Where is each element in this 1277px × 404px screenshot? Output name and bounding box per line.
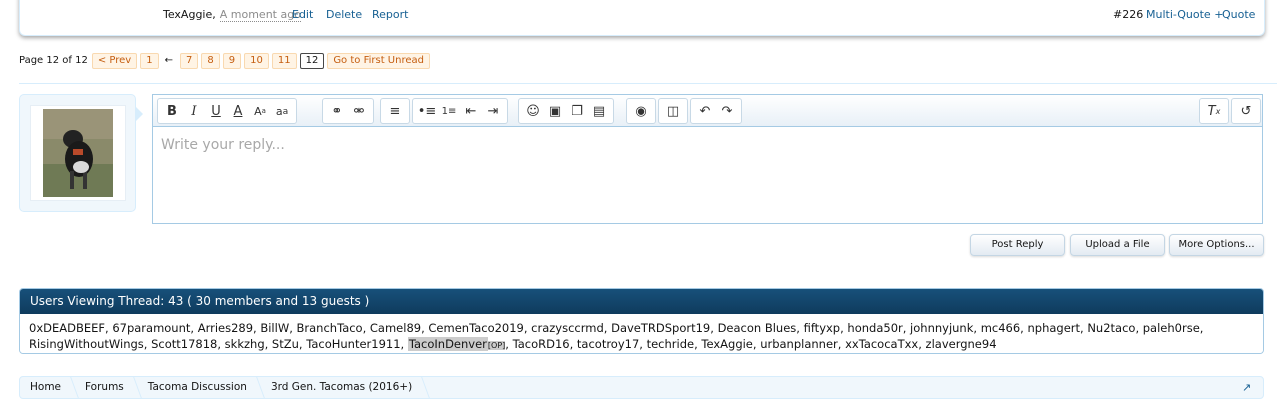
post-footer-bar: TexAggie, A moment ago Edit Delete Report…	[19, 0, 1265, 36]
post-author-line: TexAggie, A moment ago	[163, 8, 301, 22]
page-10-button[interactable]: 10	[244, 52, 269, 69]
toolbar-group-link: ⚭ ⚮	[322, 98, 374, 124]
dog-photo-icon	[43, 109, 113, 197]
toolbar-group-media: ☺ ▣ ❐ ▤	[518, 98, 614, 124]
page-11-button[interactable]: 11	[271, 52, 297, 69]
quote-icon[interactable]: ▤	[588, 101, 610, 121]
remove-format-icon[interactable]: Tx	[1203, 101, 1225, 121]
users-viewing-title: Users Viewing Thread: 43 ( 30 members an…	[20, 289, 1263, 314]
page-navigation: Page 12 of 12 < Prev 1 ← 7 8 9 10 11 12 …	[19, 52, 433, 69]
toolbar-group-bbcode: ↺	[1231, 98, 1261, 124]
users-line-2-start[interactable]: RisingWithoutWings, Scott17818, skkzhg, …	[29, 337, 408, 351]
toolbar-group-align: ≡	[380, 98, 410, 124]
users-line-1[interactable]: 0xDEADBEEF, 67paramount, Arries289, Bill…	[29, 320, 1254, 336]
upload-file-button[interactable]: Upload a File	[1070, 234, 1165, 256]
media-icon[interactable]: ❐	[566, 101, 588, 121]
page-12-current: 12	[299, 52, 325, 69]
align-icon[interactable]: ≡	[384, 101, 406, 121]
italic-icon[interactable]: I	[183, 101, 205, 121]
toolbar-group-text: B I U A Aa aa	[157, 98, 297, 124]
toolbar-group-format: Tx	[1199, 98, 1229, 124]
section-divider	[19, 83, 1277, 84]
breadcrumb: Home Forums Tacoma Discussion 3rd Gen. T…	[19, 376, 1264, 399]
op-badge: [OP]	[487, 341, 506, 350]
page-1-button[interactable]: 1	[140, 52, 159, 69]
users-viewing-box: Users Viewing Thread: 43 ( 30 members an…	[19, 288, 1264, 354]
avatar[interactable]	[30, 105, 126, 201]
reply-text-area[interactable]: Write your reply...	[153, 127, 1262, 223]
font-family-icon[interactable]: aa	[271, 101, 293, 121]
indent-icon[interactable]: ⇥	[482, 101, 504, 121]
delete-link[interactable]: Delete	[326, 8, 362, 21]
number-list-icon[interactable]: 1≡	[438, 101, 460, 121]
page-7-button[interactable]: 7	[179, 52, 199, 69]
font-size-icon[interactable]: Aa	[249, 101, 271, 121]
edit-link[interactable]: Edit	[292, 8, 313, 21]
highlighted-user[interactable]: TacoInDenver	[407, 337, 488, 351]
image-icon[interactable]: ▣	[544, 101, 566, 121]
link-icon[interactable]: ⚭	[326, 101, 348, 121]
breadcrumb-tacoma-discussion[interactable]: Tacoma Discussion	[138, 377, 261, 398]
toolbar-group-list: •≡ 1≡ ⇤ ⇥	[412, 98, 508, 124]
reply-editor: B I U A Aa aa ⚭ ⚮ ≡ •≡ 1≡ ⇤ ⇥ ☺ ▣ ❐ ▤ ◉	[152, 94, 1263, 224]
page-skip-arrow[interactable]: ←	[165, 55, 173, 66]
more-options-button[interactable]: More Options...	[1169, 234, 1264, 256]
camera-icon[interactable]: ◉	[630, 101, 652, 121]
outdent-icon[interactable]: ⇤	[460, 101, 482, 121]
page-8-button[interactable]: 8	[201, 52, 220, 69]
reply-avatar-box	[19, 94, 143, 212]
undo-icon[interactable]: ↶	[694, 101, 716, 121]
breadcrumb-3rd-gen[interactable]: 3rd Gen. Tacomas (2016+)	[261, 377, 426, 398]
post-number[interactable]: #226	[1113, 8, 1143, 21]
report-link[interactable]: Report	[372, 8, 408, 21]
breadcrumb-forums[interactable]: Forums	[75, 377, 138, 398]
users-line-2: RisingWithoutWings, Scott17818, skkzhg, …	[29, 336, 1254, 353]
toolbar-group-camera: ◉	[626, 98, 656, 124]
jump-to-icon[interactable]: ↗	[1242, 381, 1255, 394]
bullet-list-icon[interactable]: •≡	[416, 101, 438, 121]
toggle-bbcode-icon[interactable]: ↺	[1235, 101, 1257, 121]
redo-icon[interactable]: ↷	[716, 101, 738, 121]
prev-page-button[interactable]: < Prev	[91, 52, 138, 69]
editor-toolbar: B I U A Aa aa ⚭ ⚮ ≡ •≡ 1≡ ⇤ ⇥ ☺ ▣ ❐ ▤ ◉	[153, 95, 1262, 127]
unlink-icon[interactable]: ⚮	[348, 101, 370, 121]
save-icon[interactable]: ◫	[662, 101, 684, 121]
quote-link[interactable]: Quote	[1222, 8, 1255, 21]
post-author[interactable]: TexAggie,	[163, 8, 216, 21]
page-9-button[interactable]: 9	[222, 52, 242, 69]
page-label: Page 12 of 12	[19, 55, 88, 66]
underline-icon[interactable]: U	[205, 101, 227, 121]
post-date[interactable]: A moment ago	[219, 8, 301, 22]
first-unread-button[interactable]: Go to First Unread	[327, 52, 430, 69]
breadcrumb-home[interactable]: Home	[20, 377, 75, 398]
toolbar-group-save: ◫	[658, 98, 688, 124]
font-color-icon[interactable]: A	[227, 101, 249, 121]
multi-quote-link[interactable]: Multi-Quote +	[1146, 8, 1223, 21]
post-reply-button[interactable]: Post Reply	[970, 234, 1065, 256]
toolbar-group-history: ↶ ↷	[690, 98, 742, 124]
users-viewing-list: 0xDEADBEEF, 67paramount, Arries289, Bill…	[20, 314, 1263, 353]
users-line-2-end[interactable]: , TacoRD16, tacotroy17, techride, TexAgg…	[505, 337, 996, 351]
bold-icon[interactable]: B	[161, 101, 183, 121]
smilie-icon[interactable]: ☺	[522, 101, 544, 121]
